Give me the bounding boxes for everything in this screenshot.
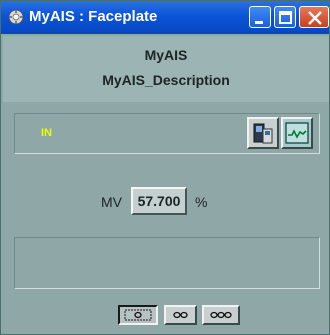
message-panel xyxy=(14,237,320,289)
maximize-button[interactable] xyxy=(274,6,296,28)
mv-label: MV xyxy=(101,194,122,210)
view-1-button[interactable] xyxy=(118,305,158,325)
status-panel: IN xyxy=(14,113,320,154)
faceplate-icon xyxy=(253,123,273,144)
app-icon xyxy=(8,9,24,25)
faceplate-window: MyAIS : Faceplate MyAIS MyAIS_Descriptio… xyxy=(0,0,330,335)
mv-value-field[interactable]: 57.700 xyxy=(131,187,187,215)
close-icon xyxy=(308,11,322,25)
maximize-icon xyxy=(279,11,292,24)
window-title: MyAIS : Faceplate xyxy=(29,8,158,25)
trend-icon xyxy=(285,122,309,144)
mv-unit: % xyxy=(195,194,208,210)
status-indicator: IN xyxy=(41,127,52,139)
faceplate-button[interactable] xyxy=(247,117,279,149)
tag-name: MyAIS xyxy=(144,47,188,63)
tag-description: MyAIS_Description xyxy=(102,72,230,88)
view-2-button[interactable] xyxy=(164,305,197,325)
view-3-button[interactable] xyxy=(202,305,240,325)
close-button[interactable] xyxy=(299,6,329,28)
measurement-row: MV 57.700 % xyxy=(1,187,329,217)
title-bar[interactable]: MyAIS : Faceplate xyxy=(1,1,329,34)
minimize-icon xyxy=(255,21,263,24)
trend-button[interactable] xyxy=(281,117,313,149)
minimize-button[interactable] xyxy=(249,6,271,28)
view-3-icon xyxy=(210,311,232,319)
view-1-icon xyxy=(124,309,152,321)
view-2-icon xyxy=(173,311,188,319)
faceplate-header: MyAIS MyAIS_Description xyxy=(3,36,329,102)
